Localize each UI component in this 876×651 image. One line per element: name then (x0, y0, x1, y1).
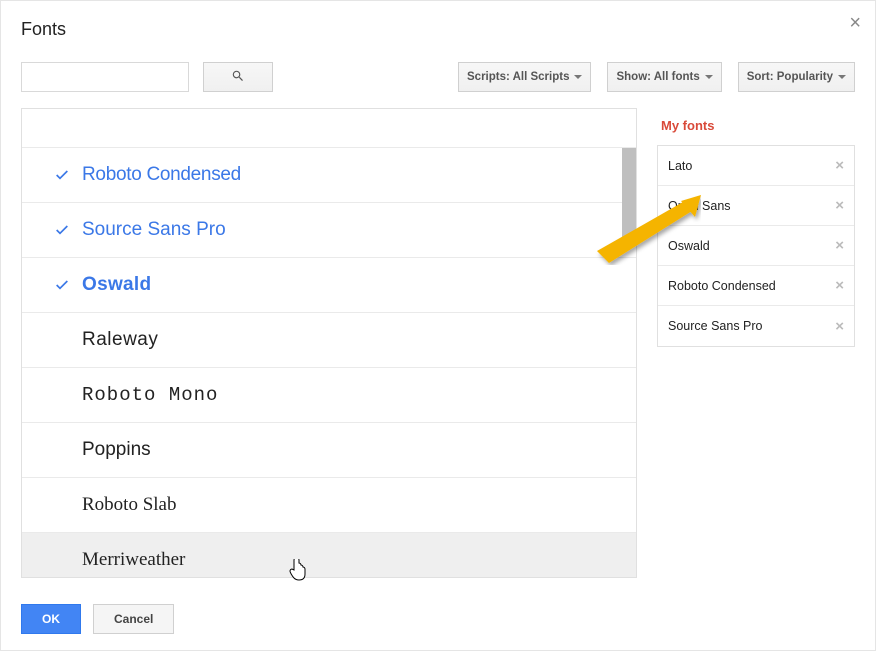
checkmark-icon (42, 167, 82, 183)
font-list[interactable]: Roboto Condensed Source Sans Pro Oswald Ral… (22, 148, 636, 578)
dialog-title: Fonts (21, 19, 855, 40)
cancel-button[interactable]: Cancel (93, 604, 174, 634)
sort-label: Sort: Popularity (747, 71, 833, 83)
checkmark-icon (42, 222, 82, 238)
font-name-label: Roboto Mono (82, 384, 218, 406)
available-fonts-panel: Roboto Condensed Source Sans Pro Oswald Ral… (21, 108, 637, 578)
my-fonts-panel: My fonts Lato×Open Sans×Oswald×Roboto Co… (657, 108, 855, 578)
my-font-row[interactable]: Roboto Condensed × (658, 266, 854, 306)
my-font-row[interactable]: Source Sans Pro × (658, 306, 854, 346)
panel-header-spacer (22, 108, 636, 148)
font-row[interactable]: Oswald (22, 258, 636, 313)
toolbar: Scripts: All Scripts Show: All fonts Sor… (1, 50, 875, 100)
font-search-input[interactable] (21, 62, 189, 92)
my-font-row[interactable]: Oswald × (658, 226, 854, 266)
show-dropdown[interactable]: Show: All fonts (607, 62, 721, 92)
font-row[interactable]: Source Sans Pro (22, 203, 636, 258)
chevron-down-icon (705, 75, 713, 79)
dialog-header: Fonts × (1, 1, 875, 50)
show-label: Show: All fonts (616, 71, 699, 83)
font-row[interactable]: Roboto Mono (22, 368, 636, 423)
search-icon (231, 69, 245, 86)
ok-button[interactable]: OK (21, 604, 81, 634)
scripts-dropdown[interactable]: Scripts: All Scripts (458, 62, 591, 92)
scrollbar-thumb[interactable] (622, 148, 636, 238)
font-name-label: Source Sans Pro (82, 219, 226, 241)
font-name-label: Roboto Condensed (82, 164, 241, 186)
font-row[interactable]: Roboto Condensed (22, 148, 636, 203)
font-row[interactable]: Merriweather (22, 533, 636, 578)
my-font-label: Roboto Condensed (668, 279, 776, 293)
font-name-label: Raleway (82, 329, 158, 351)
my-font-row[interactable]: Lato × (658, 146, 854, 186)
sort-dropdown[interactable]: Sort: Popularity (738, 62, 855, 92)
remove-font-button[interactable]: × (835, 237, 844, 254)
scrollbar[interactable] (622, 148, 636, 577)
chevron-down-icon (838, 75, 846, 79)
font-row[interactable]: Poppins (22, 423, 636, 478)
my-font-row[interactable]: Open Sans × (658, 186, 854, 226)
font-row[interactable]: Raleway (22, 313, 636, 368)
font-row[interactable]: Roboto Slab (22, 478, 636, 533)
my-font-label: Oswald (668, 239, 710, 253)
close-button[interactable]: × (849, 13, 861, 33)
remove-font-button[interactable]: × (835, 277, 844, 294)
remove-font-button[interactable]: × (835, 157, 844, 174)
remove-font-button[interactable]: × (835, 318, 844, 335)
dialog-footer: OK Cancel (1, 590, 875, 650)
my-font-label: Lato (668, 159, 692, 173)
checkmark-icon (42, 277, 82, 293)
remove-font-button[interactable]: × (835, 197, 844, 214)
fonts-dialog: Fonts × Scripts: All Scripts Show: All f… (0, 0, 876, 651)
font-name-label: Oswald (82, 274, 151, 296)
font-name-label: Poppins (82, 439, 151, 461)
my-fonts-title: My fonts (657, 108, 855, 145)
font-name-label: Roboto Slab (82, 494, 176, 516)
search-button[interactable] (203, 62, 273, 92)
my-font-label: Source Sans Pro (668, 319, 763, 333)
my-fonts-list: Lato×Open Sans×Oswald×Roboto Condensed×S… (657, 145, 855, 347)
chevron-down-icon (574, 75, 582, 79)
my-font-label: Open Sans (668, 199, 731, 213)
scripts-label: Scripts: All Scripts (467, 71, 569, 83)
font-name-label: Merriweather (82, 549, 185, 571)
